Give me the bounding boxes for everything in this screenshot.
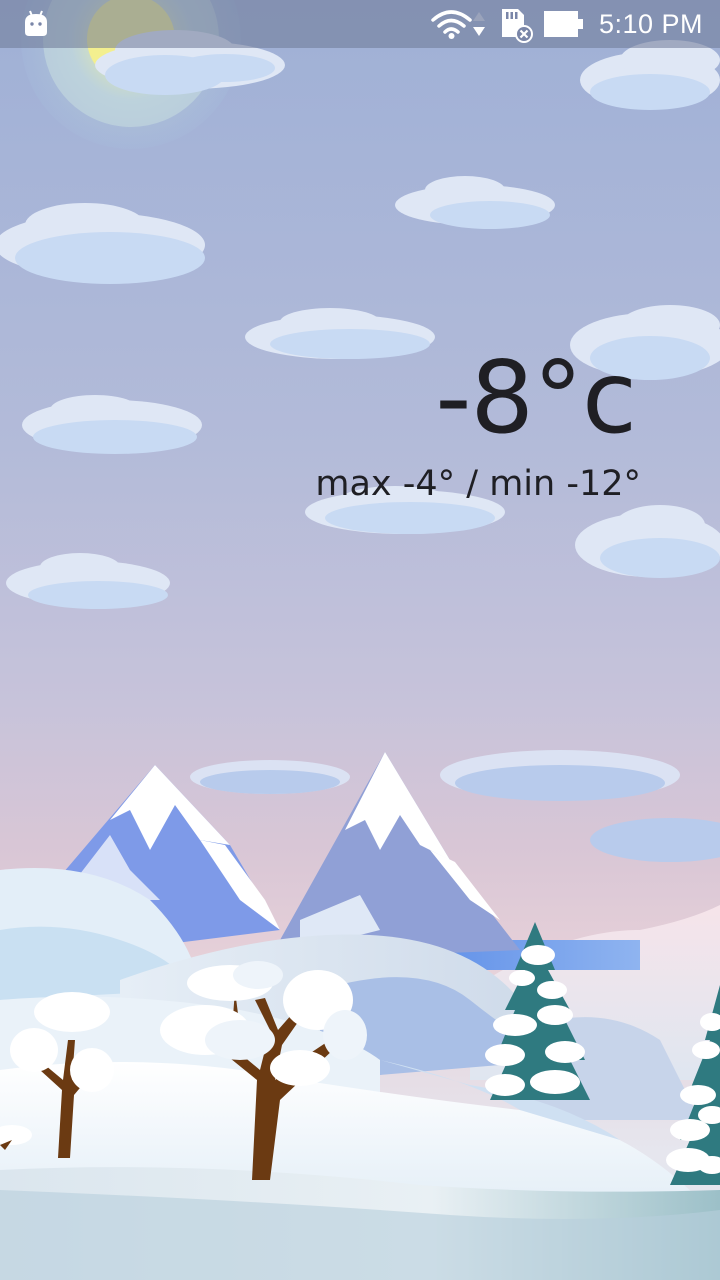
- sd-card-error-icon: [502, 9, 533, 43]
- current-temperature: -8°c: [435, 339, 637, 456]
- data-arrows-icon: [473, 12, 485, 36]
- status-clock: 5:10 PM: [598, 9, 703, 39]
- temperature-panel: -8°c max -4° / min -12°: [315, 339, 641, 506]
- temperature-range: max -4° / min -12°: [315, 464, 641, 504]
- battery-icon: [544, 11, 583, 37]
- wifi-icon: [431, 10, 472, 39]
- winter-scene: [0, 0, 720, 1280]
- weather-screen: 5:10 PM -8°c max -4° / min -12°: [0, 0, 720, 1280]
- status-bar: 5:10 PM: [0, 0, 720, 48]
- android-icon: [25, 10, 47, 36]
